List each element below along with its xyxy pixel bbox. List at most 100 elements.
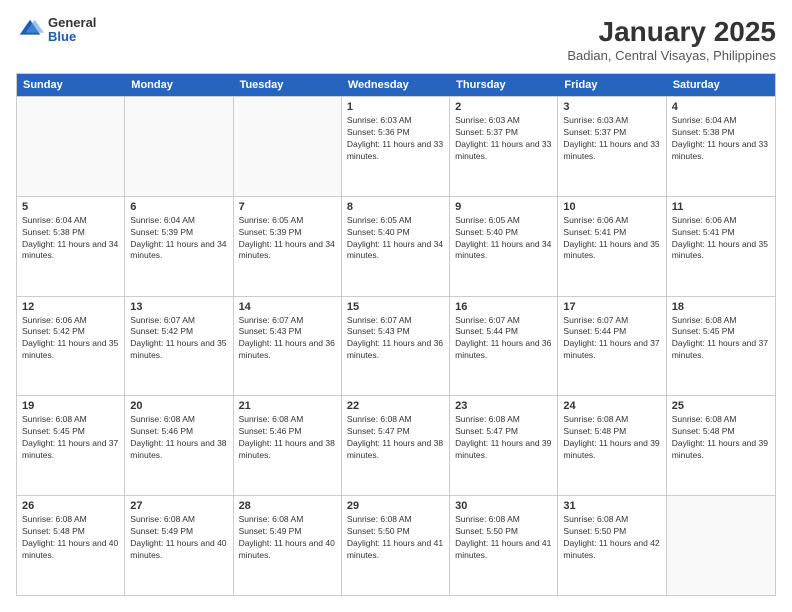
page: General Blue January 2025 Badian, Centra… (0, 0, 792, 612)
cell-sun-info: Sunrise: 6:08 AM Sunset: 5:48 PM Dayligh… (22, 514, 119, 562)
calendar-cell: 9Sunrise: 6:05 AM Sunset: 5:40 PM Daylig… (450, 197, 558, 296)
calendar-week-row: 19 Sunrise: 6:08 AM Sunset: 5:45 PM Dayli… (17, 395, 775, 495)
cell-date-number: 12 (22, 301, 119, 313)
calendar-header-day: Friday (558, 74, 666, 96)
calendar-week-row: 12 Sunrise: 6:06 AM Sunset: 5:42 PM Dayli… (17, 296, 775, 396)
calendar-header-day: Sunday (17, 74, 125, 96)
cell-sun-info: Sunrise: 6:03 AM Sunset: 5:36 PM Dayligh… (347, 115, 444, 163)
cell-sun-info: Sunrise: 6:07 AM Sunset: 5:44 PM Dayligh… (455, 315, 552, 363)
cell-date-number: 30 (455, 500, 552, 512)
cell-date-number: 8 (347, 201, 444, 213)
cell-sun-info: Sunrise: 6:08 AM Sunset: 5:45 PM Dayligh… (22, 414, 119, 462)
cell-date-number: 3 (563, 101, 660, 113)
cell-sun-info: Sunrise: 6:03 AM Sunset: 5:37 PM Dayligh… (563, 115, 660, 163)
calendar-cell: 25Sunrise: 6:08 AM Sunset: 5:48 PM Dayli… (667, 396, 775, 495)
cell-date-number: 17 (563, 301, 660, 313)
calendar-cell (17, 97, 125, 196)
cell-sun-info: Sunrise: 6:08 AM Sunset: 5:50 PM Dayligh… (347, 514, 444, 562)
calendar-header-day: Thursday (450, 74, 558, 96)
calendar-cell: 23Sunrise: 6:08 AM Sunset: 5:47 PM Dayli… (450, 396, 558, 495)
cell-sun-info: Sunrise: 6:08 AM Sunset: 5:49 PM Dayligh… (239, 514, 336, 562)
calendar-cell: 27 Sunrise: 6:08 AM Sunset: 5:49 PM Dayli… (125, 496, 233, 595)
calendar-week-row: 26 Sunrise: 6:08 AM Sunset: 5:48 PM Dayli… (17, 495, 775, 595)
calendar-cell: 7 Sunrise: 6:05 AM Sunset: 5:39 PM Daylig… (234, 197, 342, 296)
cell-sun-info: Sunrise: 6:08 AM Sunset: 5:48 PM Dayligh… (672, 414, 770, 462)
calendar-cell: 14Sunrise: 6:07 AM Sunset: 5:43 PM Dayli… (234, 297, 342, 396)
logo-text: General Blue (48, 16, 96, 45)
calendar-cell: 8 Sunrise: 6:05 AM Sunset: 5:40 PM Daylig… (342, 197, 450, 296)
cell-sun-info: Sunrise: 6:07 AM Sunset: 5:42 PM Dayligh… (130, 315, 227, 363)
calendar-cell: 29 Sunrise: 6:08 AM Sunset: 5:50 PM Dayli… (342, 496, 450, 595)
calendar-week-row: 5Sunrise: 6:04 AM Sunset: 5:38 PM Daylig… (17, 196, 775, 296)
cell-date-number: 11 (672, 201, 770, 213)
calendar-cell: 26 Sunrise: 6:08 AM Sunset: 5:48 PM Dayli… (17, 496, 125, 595)
calendar-cell (125, 97, 233, 196)
cell-date-number: 16 (455, 301, 552, 313)
cell-date-number: 1 (347, 101, 444, 113)
calendar-week-row: 1 Sunrise: 6:03 AM Sunset: 5:36 PM Daylig… (17, 96, 775, 196)
cell-date-number: 22 (347, 400, 444, 412)
calendar-cell: 15Sunrise: 6:07 AM Sunset: 5:43 PM Dayli… (342, 297, 450, 396)
cell-date-number: 21 (239, 400, 336, 412)
cell-sun-info: Sunrise: 6:08 AM Sunset: 5:49 PM Dayligh… (130, 514, 227, 562)
cell-sun-info: Sunrise: 6:08 AM Sunset: 5:50 PM Dayligh… (563, 514, 660, 562)
cell-date-number: 7 (239, 201, 336, 213)
calendar-cell: 1 Sunrise: 6:03 AM Sunset: 5:36 PM Daylig… (342, 97, 450, 196)
cell-sun-info: Sunrise: 6:04 AM Sunset: 5:38 PM Dayligh… (672, 115, 770, 163)
cell-date-number: 31 (563, 500, 660, 512)
cell-date-number: 9 (455, 201, 552, 213)
cell-sun-info: Sunrise: 6:03 AM Sunset: 5:37 PM Dayligh… (455, 115, 552, 163)
title-area: January 2025 Badian, Central Visayas, Ph… (567, 16, 776, 63)
calendar-header-day: Tuesday (234, 74, 342, 96)
calendar-cell: 2 Sunrise: 6:03 AM Sunset: 5:37 PM Daylig… (450, 97, 558, 196)
logo-general-text: General (48, 16, 96, 30)
cell-date-number: 2 (455, 101, 552, 113)
cell-sun-info: Sunrise: 6:05 AM Sunset: 5:39 PM Dayligh… (239, 215, 336, 263)
cell-sun-info: Sunrise: 6:06 AM Sunset: 5:42 PM Dayligh… (22, 315, 119, 363)
calendar-header-day: Monday (125, 74, 233, 96)
logo-icon (16, 16, 44, 44)
calendar-cell: 28 Sunrise: 6:08 AM Sunset: 5:49 PM Dayli… (234, 496, 342, 595)
cell-sun-info: Sunrise: 6:06 AM Sunset: 5:41 PM Dayligh… (563, 215, 660, 263)
cell-date-number: 27 (130, 500, 227, 512)
cell-sun-info: Sunrise: 6:08 AM Sunset: 5:46 PM Dayligh… (130, 414, 227, 462)
calendar-cell: 19 Sunrise: 6:08 AM Sunset: 5:45 PM Dayli… (17, 396, 125, 495)
calendar-cell: 30Sunrise: 6:08 AM Sunset: 5:50 PM Dayli… (450, 496, 558, 595)
calendar-cell: 12 Sunrise: 6:06 AM Sunset: 5:42 PM Dayli… (17, 297, 125, 396)
cell-date-number: 20 (130, 400, 227, 412)
cell-sun-info: Sunrise: 6:08 AM Sunset: 5:48 PM Dayligh… (563, 414, 660, 462)
calendar-cell: 21 Sunrise: 6:08 AM Sunset: 5:46 PM Dayli… (234, 396, 342, 495)
cell-sun-info: Sunrise: 6:07 AM Sunset: 5:43 PM Dayligh… (239, 315, 336, 363)
cell-date-number: 18 (672, 301, 770, 313)
calendar-cell: 5Sunrise: 6:04 AM Sunset: 5:38 PM Daylig… (17, 197, 125, 296)
logo: General Blue (16, 16, 96, 45)
calendar-cell: 11 Sunrise: 6:06 AM Sunset: 5:41 PM Dayli… (667, 197, 775, 296)
cell-sun-info: Sunrise: 6:04 AM Sunset: 5:39 PM Dayligh… (130, 215, 227, 263)
calendar-cell: 20 Sunrise: 6:08 AM Sunset: 5:46 PM Dayli… (125, 396, 233, 495)
calendar-cell: 16 Sunrise: 6:07 AM Sunset: 5:44 PM Dayli… (450, 297, 558, 396)
location: Badian, Central Visayas, Philippines (567, 48, 776, 63)
cell-date-number: 29 (347, 500, 444, 512)
calendar-header: SundayMondayTuesdayWednesdayThursdayFrid… (17, 74, 775, 96)
calendar-cell: 24 Sunrise: 6:08 AM Sunset: 5:48 PM Dayli… (558, 396, 666, 495)
calendar-cell (667, 496, 775, 595)
month-title: January 2025 (567, 16, 776, 48)
calendar-cell: 10Sunrise: 6:06 AM Sunset: 5:41 PM Dayli… (558, 197, 666, 296)
cell-date-number: 26 (22, 500, 119, 512)
cell-date-number: 19 (22, 400, 119, 412)
cell-sun-info: Sunrise: 6:06 AM Sunset: 5:41 PM Dayligh… (672, 215, 770, 263)
calendar-cell: 13 Sunrise: 6:07 AM Sunset: 5:42 PM Dayli… (125, 297, 233, 396)
calendar-cell: 22 Sunrise: 6:08 AM Sunset: 5:47 PM Dayli… (342, 396, 450, 495)
cell-sun-info: Sunrise: 6:08 AM Sunset: 5:46 PM Dayligh… (239, 414, 336, 462)
cell-sun-info: Sunrise: 6:07 AM Sunset: 5:43 PM Dayligh… (347, 315, 444, 363)
cell-date-number: 4 (672, 101, 770, 113)
calendar-cell: 3 Sunrise: 6:03 AM Sunset: 5:37 PM Daylig… (558, 97, 666, 196)
cell-sun-info: Sunrise: 6:05 AM Sunset: 5:40 PM Dayligh… (347, 215, 444, 263)
cell-date-number: 28 (239, 500, 336, 512)
cell-sun-info: Sunrise: 6:07 AM Sunset: 5:44 PM Dayligh… (563, 315, 660, 363)
calendar-cell (234, 97, 342, 196)
cell-sun-info: Sunrise: 6:08 AM Sunset: 5:47 PM Dayligh… (347, 414, 444, 462)
cell-date-number: 13 (130, 301, 227, 313)
calendar-cell: 31 Sunrise: 6:08 AM Sunset: 5:50 PM Dayli… (558, 496, 666, 595)
cell-date-number: 24 (563, 400, 660, 412)
